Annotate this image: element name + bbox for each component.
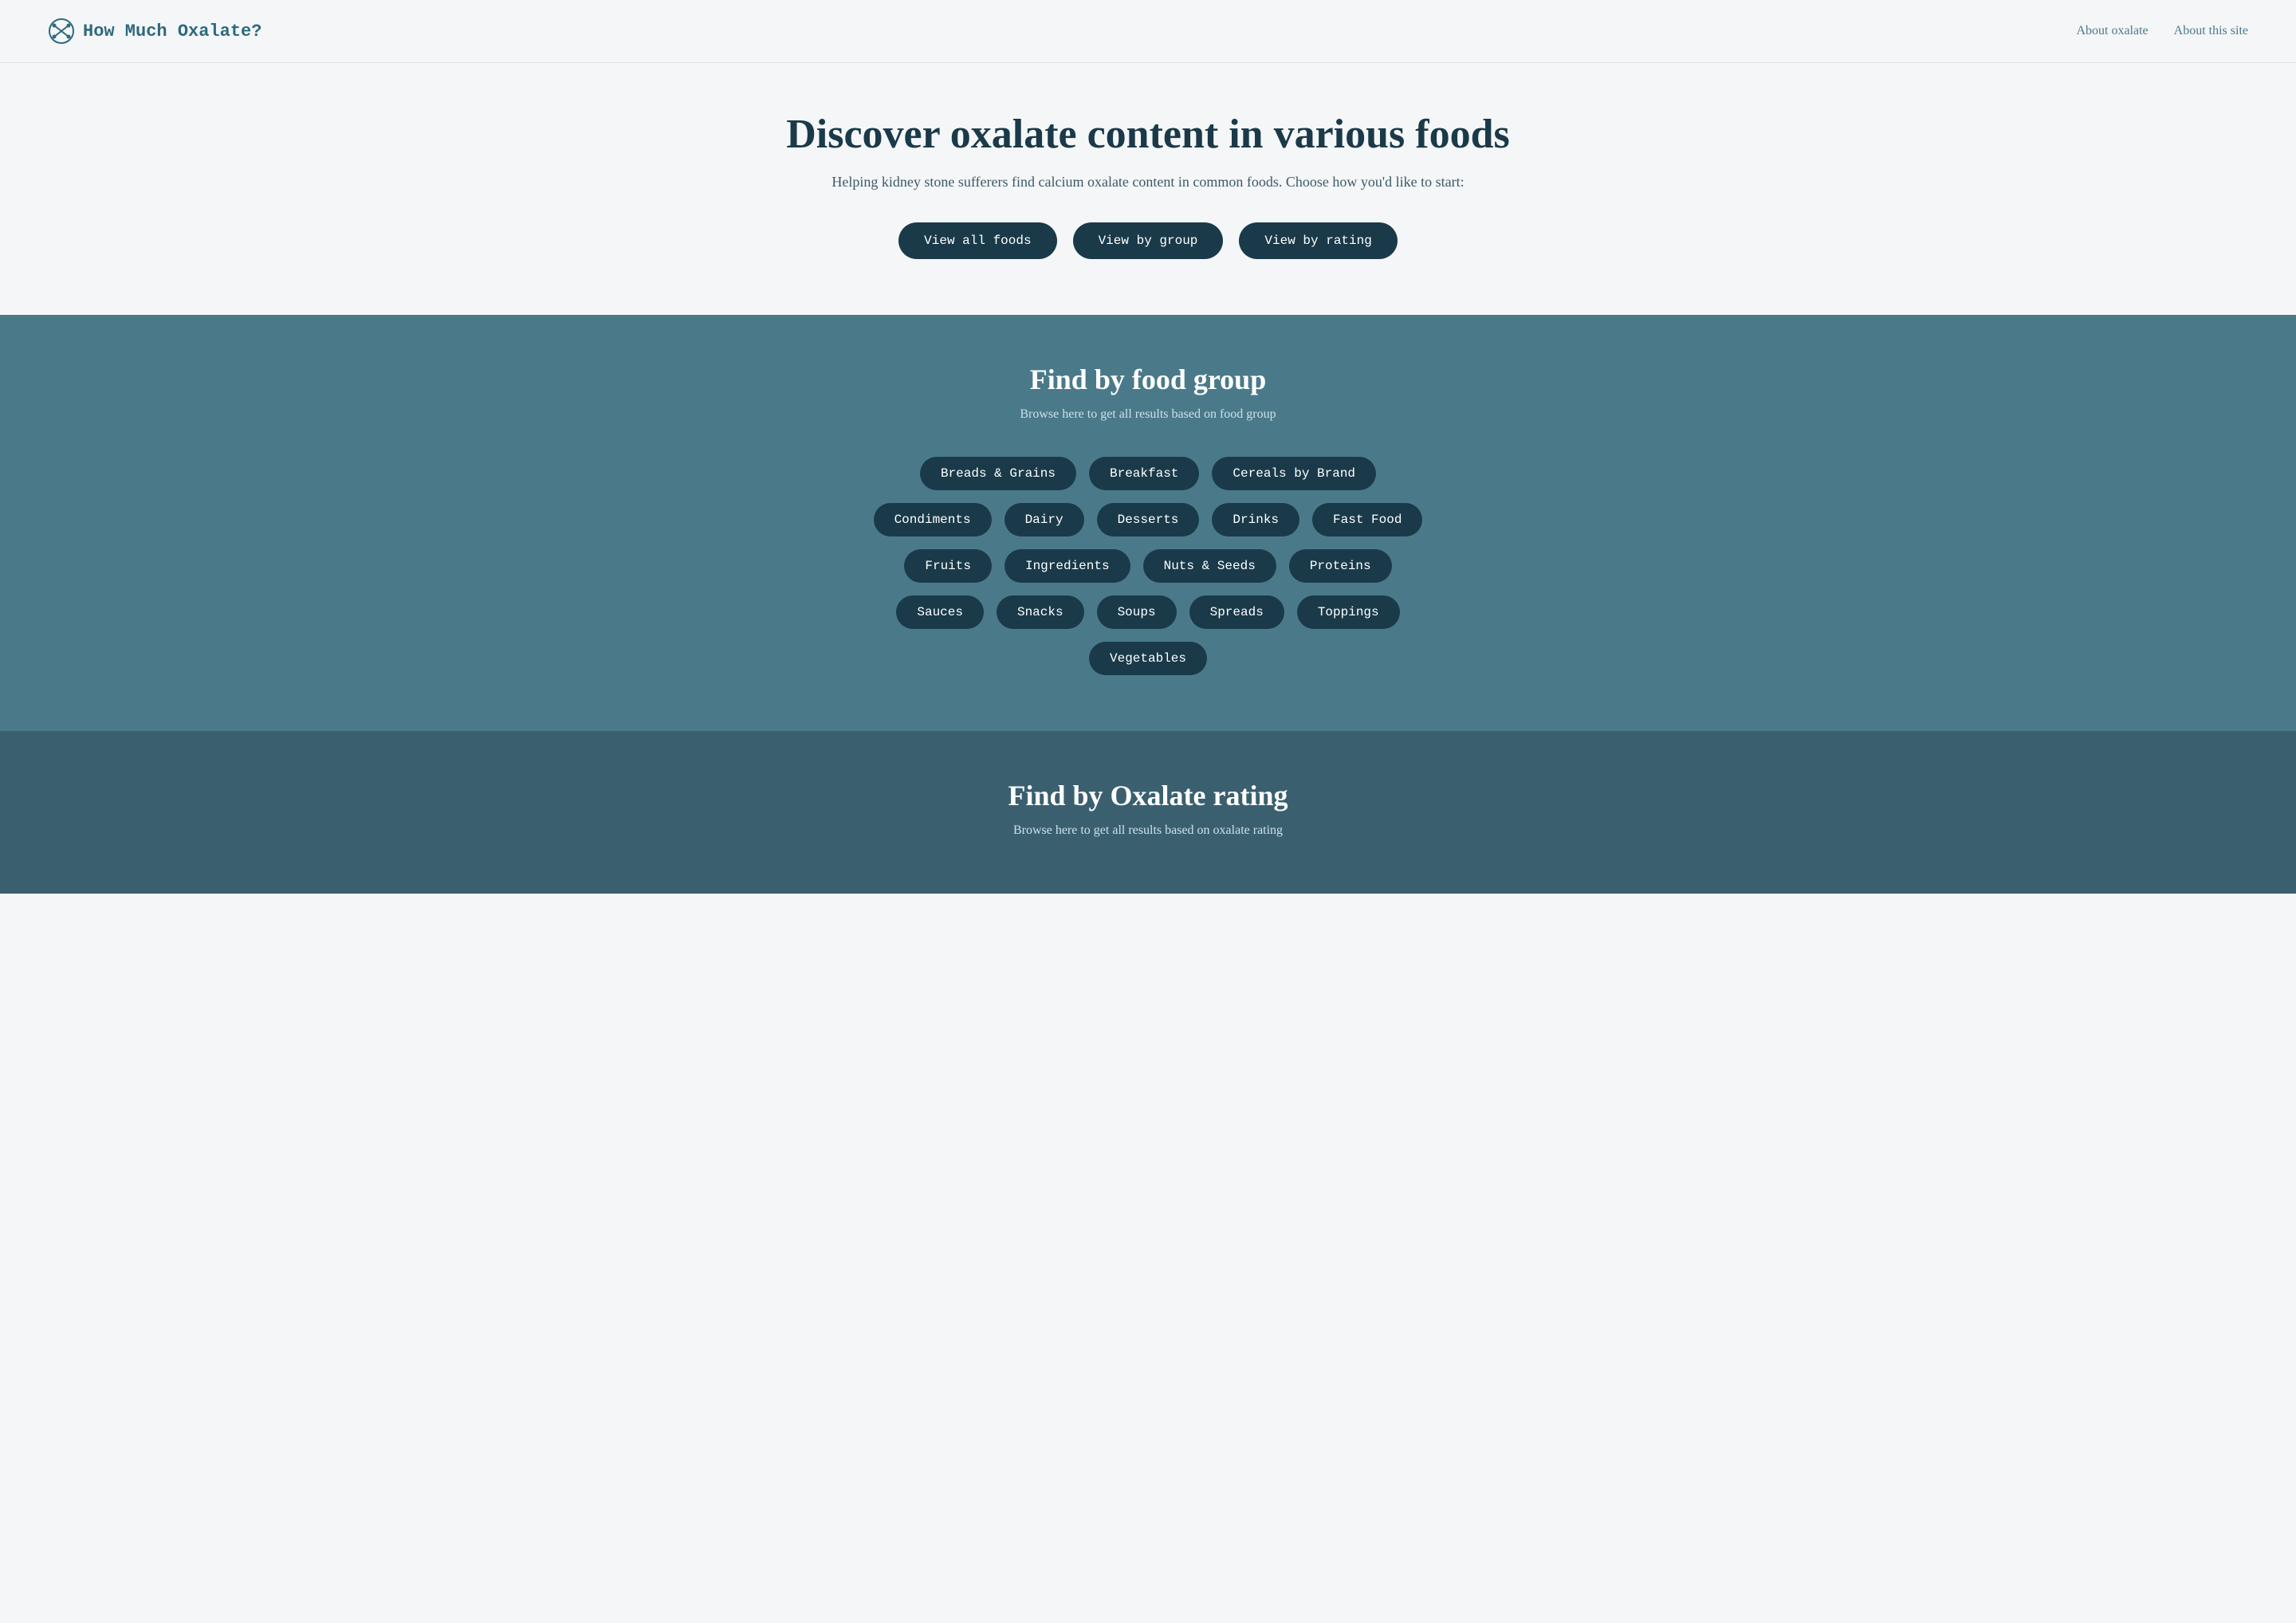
food-tags-container: Breads & Grains Breakfast Cereals by Brand… — [869, 457, 1427, 675]
food-tag-desserts[interactable]: Desserts — [1097, 503, 1200, 536]
food-tag-drinks[interactable]: Drinks — [1212, 503, 1299, 536]
site-logo[interactable]: How Much Oxalate? — [48, 18, 261, 45]
food-tag-spreads[interactable]: Spreads — [1189, 595, 1284, 629]
hero-section: Discover oxalate content in various food… — [0, 63, 2296, 315]
view-by-group-button[interactable]: View by group — [1073, 222, 1224, 259]
food-tag-snacks[interactable]: Snacks — [997, 595, 1084, 629]
food-tag-dairy[interactable]: Dairy — [1005, 503, 1084, 536]
navbar: How Much Oxalate? About oxalate About th… — [0, 0, 2296, 63]
food-tag-fast-food[interactable]: Fast Food — [1312, 503, 1422, 536]
food-tag-cereals-by-brand[interactable]: Cereals by Brand — [1212, 457, 1376, 490]
food-tag-breakfast[interactable]: Breakfast — [1089, 457, 1199, 490]
view-all-foods-button[interactable]: View all foods — [898, 222, 1056, 259]
food-tag-breads--grains[interactable]: Breads & Grains — [920, 457, 1076, 490]
food-tag-toppings[interactable]: Toppings — [1297, 595, 1400, 629]
hero-subtitle: Helping kidney stone sufferers find calc… — [32, 174, 2264, 191]
hero-title: Discover oxalate content in various food… — [32, 111, 2264, 158]
rating-subtitle: Browse here to get all results based on … — [32, 823, 2264, 838]
food-tag-condiments[interactable]: Condiments — [874, 503, 992, 536]
food-tag-soups[interactable]: Soups — [1097, 595, 1177, 629]
food-tag-fruits[interactable]: Fruits — [904, 549, 992, 583]
food-group-heading: Find by food group — [32, 363, 2264, 396]
food-group-subtitle: Browse here to get all results based on … — [32, 407, 2264, 422]
food-tag-sauces[interactable]: Sauces — [896, 595, 984, 629]
food-group-section: Find by food group Browse here to get al… — [0, 315, 2296, 731]
rating-section: Find by Oxalate rating Browse here to ge… — [0, 731, 2296, 894]
hero-buttons: View all foods View by group View by rat… — [32, 222, 2264, 259]
nav-about-oxalate[interactable]: About oxalate — [2076, 24, 2148, 38]
nav-about-site[interactable]: About this site — [2174, 24, 2248, 38]
view-by-rating-button[interactable]: View by rating — [1239, 222, 1397, 259]
food-tag-proteins[interactable]: Proteins — [1289, 549, 1392, 583]
nav-links: About oxalate About this site — [2076, 24, 2248, 38]
food-tag-vegetables[interactable]: Vegetables — [1089, 642, 1207, 675]
rating-heading: Find by Oxalate rating — [32, 779, 2264, 812]
logo-icon — [48, 18, 75, 45]
food-tag-nuts--seeds[interactable]: Nuts & Seeds — [1143, 549, 1276, 583]
logo-text: How Much Oxalate? — [83, 22, 261, 41]
food-tag-ingredients[interactable]: Ingredients — [1005, 549, 1130, 583]
